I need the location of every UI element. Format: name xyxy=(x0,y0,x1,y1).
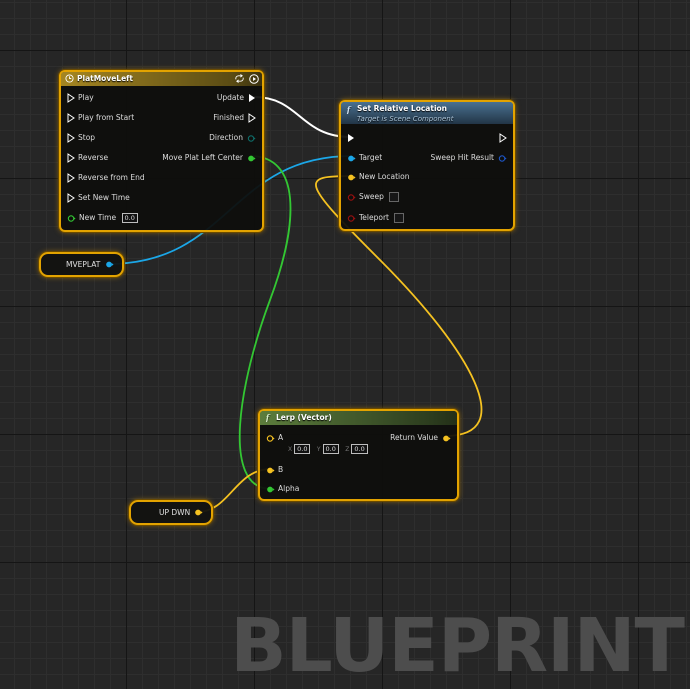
a-z-field[interactable]: 0.0 xyxy=(351,444,368,454)
pin-label: Play from Start xyxy=(78,113,135,122)
set-relative-output-sweep-hit-result[interactable]: Sweep Hit Result xyxy=(431,151,508,165)
pin-label: Move Plat Left Center xyxy=(162,153,243,162)
lerp-a-vector-fields: X 0.0 Y 0.0 Z 0.0 xyxy=(284,442,368,456)
exec-pin-icon[interactable] xyxy=(67,133,75,143)
pin-label: Stop xyxy=(78,133,96,142)
timeline-input-new-time[interactable]: New Time 0.0 xyxy=(67,211,138,225)
exec-pin-icon[interactable] xyxy=(499,133,507,143)
wire-update-to-exec xyxy=(253,96,352,138)
pin-label: Target xyxy=(359,153,383,162)
set-relative-input-new-location[interactable]: New Location xyxy=(347,170,409,184)
timeline-input-set-new-time[interactable]: Set New Time xyxy=(67,191,130,205)
pin-label: B xyxy=(278,465,284,474)
float-pin-icon[interactable] xyxy=(266,485,275,494)
enum-pin-icon[interactable] xyxy=(247,134,256,143)
vector-pin-icon[interactable] xyxy=(442,434,451,443)
timeline-node-platmoveleft[interactable]: PlatMoveLeft Play Play from Start Stop R… xyxy=(59,70,264,232)
pin-label: New Time xyxy=(79,213,117,222)
object-pin-icon[interactable] xyxy=(347,154,356,163)
a-y-field[interactable]: 0.0 xyxy=(322,444,339,454)
lerp-output-return-value[interactable]: Return Value xyxy=(390,431,451,445)
set-relative-input-target[interactable]: Target xyxy=(347,151,382,165)
pin-label: Reverse from End xyxy=(78,173,145,182)
pin-label: Reverse xyxy=(78,153,109,162)
function-icon: f xyxy=(265,413,271,422)
lerp-input-alpha[interactable]: Alpha xyxy=(266,482,299,496)
vector-pin-icon[interactable] xyxy=(194,508,203,517)
clock-icon xyxy=(65,74,74,83)
blueprint-watermark: BLUEPRINT xyxy=(230,603,685,689)
float-pin-icon[interactable] xyxy=(247,154,256,163)
exec-pin-icon[interactable] xyxy=(67,193,75,203)
timeline-output-direction[interactable]: Direction xyxy=(209,131,256,145)
set-relative-location-title: Set Relative Location xyxy=(357,104,448,113)
lerp-input-a[interactable]: A xyxy=(266,431,283,445)
timeline-output-move-plat-left-center[interactable]: Move Plat Left Center xyxy=(162,151,256,165)
set-relative-input-sweep[interactable]: Sweep xyxy=(347,190,399,204)
y-axis-label: Y xyxy=(316,446,321,453)
exec-pin-icon[interactable] xyxy=(67,113,75,123)
timeline-input-stop[interactable]: Stop xyxy=(67,131,95,145)
pin-label: Teleport xyxy=(359,213,389,222)
pin-label: Sweep xyxy=(359,192,384,201)
timeline-node-header[interactable]: PlatMoveLeft xyxy=(61,72,262,86)
updwn-variable-node[interactable]: UP DWN xyxy=(129,500,213,525)
set-relative-exec-in[interactable] xyxy=(347,131,355,145)
pin-label: New Location xyxy=(359,172,410,181)
pin-label: Return Value xyxy=(390,433,438,442)
bool-pin-icon[interactable] xyxy=(347,193,356,202)
pin-label: Sweep Hit Result xyxy=(430,153,495,162)
float-pin-icon[interactable] xyxy=(67,214,76,223)
play-circle-icon[interactable] xyxy=(249,74,259,84)
sweep-checkbox[interactable] xyxy=(388,192,399,202)
pin-label: Set New Time xyxy=(78,193,130,202)
pin-label: Finished xyxy=(213,113,244,122)
set-relative-location-subtitle: Target is Scene Component xyxy=(357,115,454,123)
timeline-input-reverse[interactable]: Reverse xyxy=(67,151,108,165)
timeline-output-update[interactable]: Update xyxy=(217,91,256,105)
exec-pin-icon[interactable] xyxy=(67,93,75,103)
timeline-output-finished[interactable]: Finished xyxy=(213,111,256,125)
object-pin-icon[interactable] xyxy=(105,260,114,269)
svg-text:f: f xyxy=(346,105,352,114)
svg-text:f: f xyxy=(265,413,271,422)
mveplat-variable-label: MVEPLAT xyxy=(66,260,101,269)
lerp-vector-node[interactable]: f Lerp (Vector) A X 0.0 Y 0.0 Z 0.0 B Alpha… xyxy=(258,409,459,501)
pin-label: Play xyxy=(78,93,94,102)
loop-icon[interactable] xyxy=(234,74,245,83)
x-axis-label: X xyxy=(288,446,293,453)
struct-pin-icon[interactable] xyxy=(498,154,507,163)
pin-label: Direction xyxy=(209,133,243,142)
vector-pin-icon[interactable] xyxy=(266,434,275,443)
new-time-value-field[interactable]: 0.0 xyxy=(121,213,138,223)
lerp-vector-header[interactable]: f Lerp (Vector) xyxy=(260,411,457,425)
mveplat-variable-node[interactable]: MVEPLAT xyxy=(39,252,124,277)
updwn-variable-label: UP DWN xyxy=(159,508,191,517)
timeline-input-play-from-start[interactable]: Play from Start xyxy=(67,111,134,125)
pin-label: Alpha xyxy=(278,484,300,493)
bool-pin-icon[interactable] xyxy=(347,214,356,223)
exec-pin-icon[interactable] xyxy=(248,93,256,103)
z-axis-label: Z xyxy=(345,446,350,453)
pin-label: Update xyxy=(216,93,244,102)
timeline-node-title: PlatMoveLeft xyxy=(77,74,134,83)
timeline-input-reverse-from-end[interactable]: Reverse from End xyxy=(67,171,145,185)
set-relative-location-node[interactable]: f Set Relative Location Target is Scene … xyxy=(339,100,515,231)
exec-pin-icon[interactable] xyxy=(67,173,75,183)
pin-label: A xyxy=(278,433,284,442)
set-relative-exec-out[interactable] xyxy=(499,131,507,145)
lerp-input-b[interactable]: B xyxy=(266,463,283,477)
exec-pin-icon[interactable] xyxy=(67,153,75,163)
function-icon: f xyxy=(346,105,352,114)
exec-pin-icon[interactable] xyxy=(248,113,256,123)
exec-pin-icon[interactable] xyxy=(347,133,355,143)
set-relative-input-teleport[interactable]: Teleport xyxy=(347,211,404,225)
a-x-field[interactable]: 0.0 xyxy=(294,444,311,454)
vector-pin-icon[interactable] xyxy=(266,466,275,475)
vector-pin-icon[interactable] xyxy=(347,173,356,182)
teleport-checkbox[interactable] xyxy=(394,213,404,223)
lerp-vector-title: Lerp (Vector) xyxy=(276,413,332,422)
set-relative-location-header[interactable]: f Set Relative Location Target is Scene … xyxy=(341,102,513,124)
timeline-input-play[interactable]: Play xyxy=(67,91,94,105)
